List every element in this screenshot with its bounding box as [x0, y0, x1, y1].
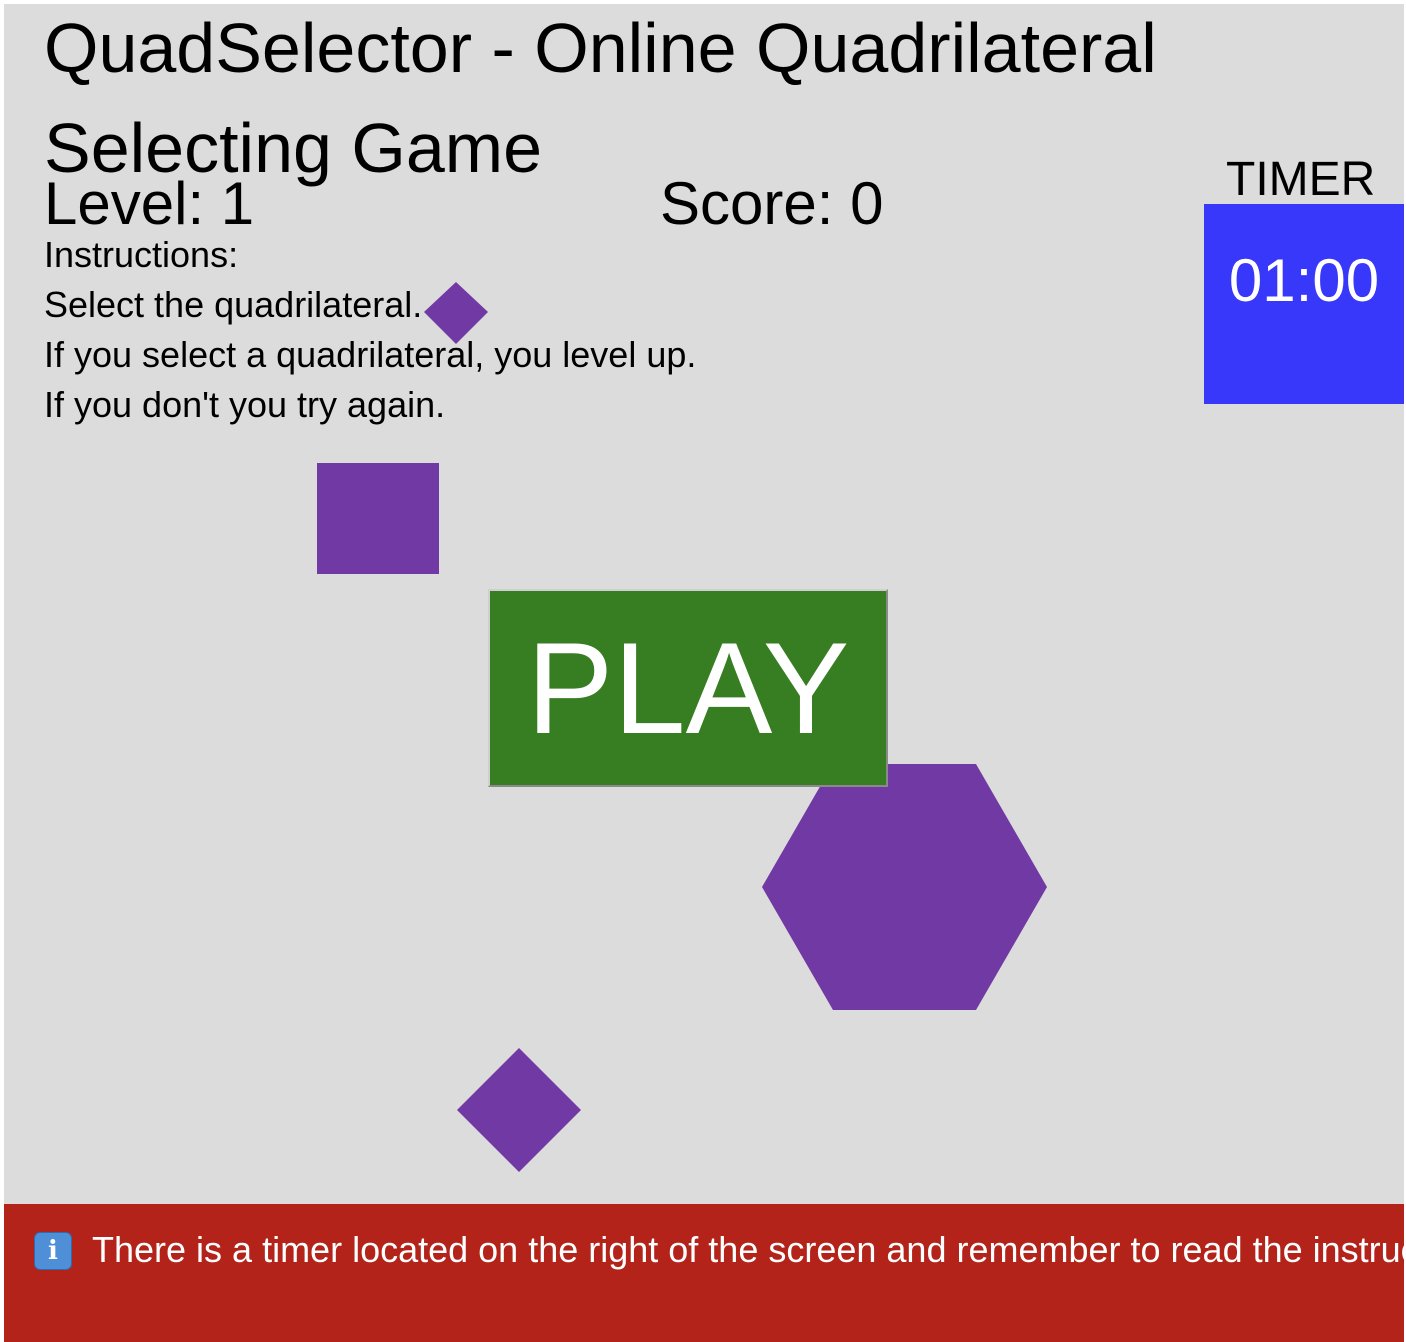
- small-diamond-shape[interactable]: [424, 282, 488, 344]
- hexagon-shape[interactable]: [762, 764, 1047, 1010]
- info-icon: i: [34, 1232, 72, 1270]
- square-shape[interactable]: [317, 463, 439, 574]
- diamond-shape[interactable]: [457, 1048, 581, 1172]
- notification-banner: i There is a timer located on the right …: [4, 1204, 1404, 1342]
- game-screen: QuadSelector - Online Quadrilateral Sele…: [4, 4, 1404, 1342]
- play-button[interactable]: PLAY: [488, 589, 888, 787]
- banner-text: There is a timer located on the right of…: [92, 1229, 1404, 1270]
